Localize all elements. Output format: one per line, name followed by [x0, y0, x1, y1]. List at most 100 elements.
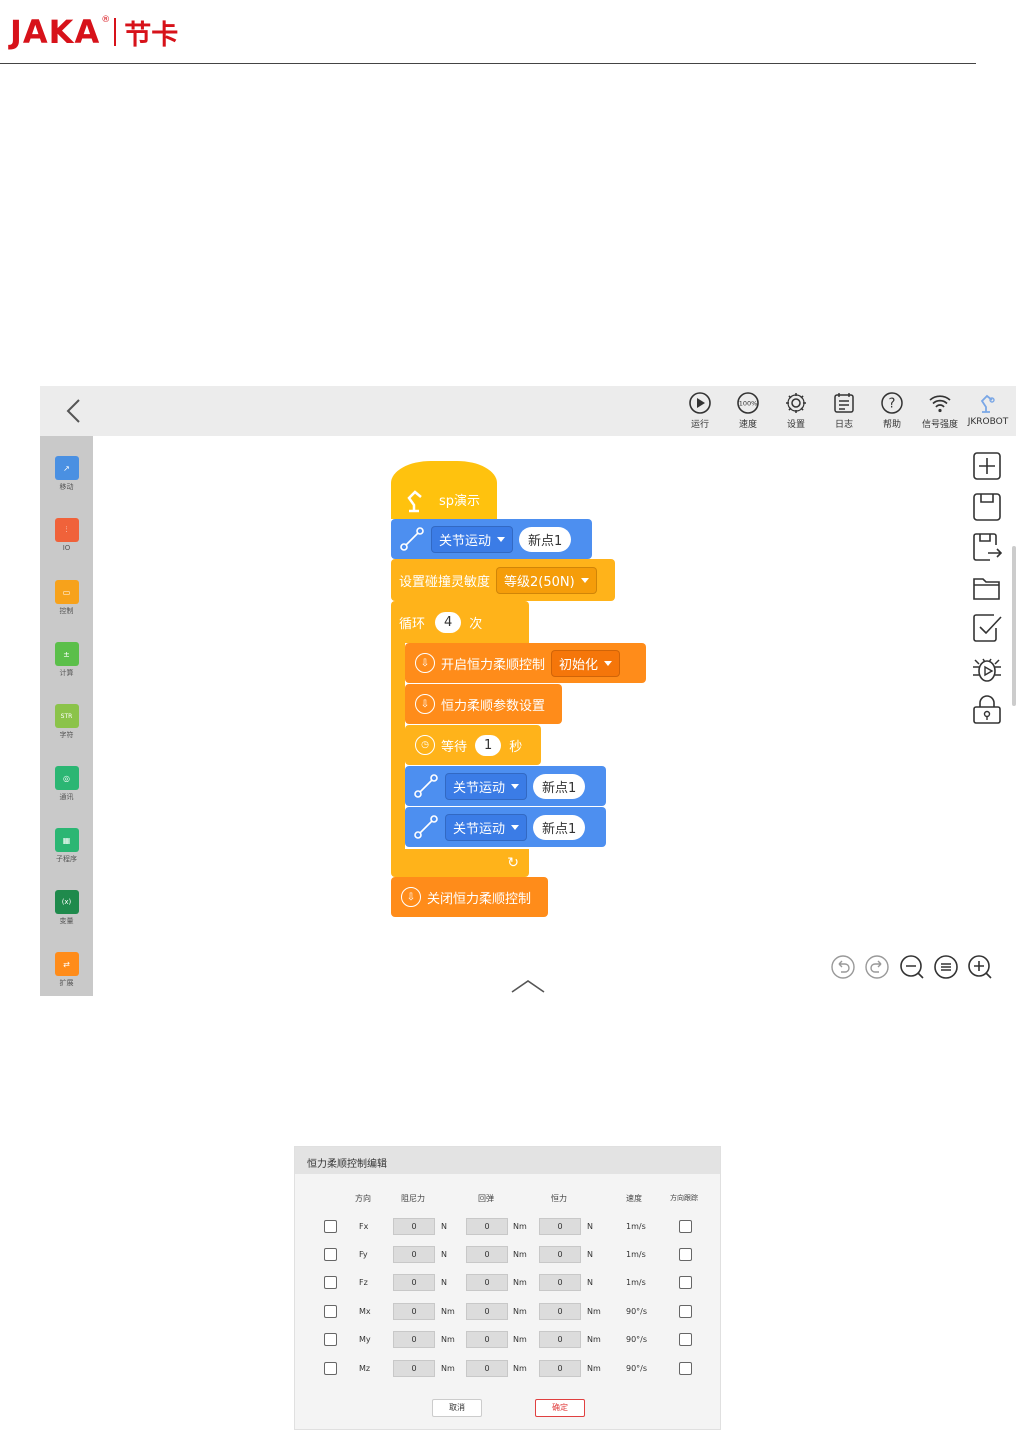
logo-divider — [114, 18, 117, 46]
sidebar-item-io[interactable]: ⫶ IO — [40, 518, 93, 552]
row-enable-checkbox[interactable] — [324, 1305, 337, 1318]
damping-input[interactable]: 0 — [393, 1246, 435, 1263]
spring-input[interactable]: 0 — [466, 1360, 508, 1377]
row-direction: Fz — [359, 1278, 368, 1287]
force-control-edit-dialog: 恒力柔顺控制编辑 方向 阻尼力 回弹 恒力 速度 方向跟踪 Fx 0 N 0 Nm 0 N 1… — [294, 1146, 721, 1430]
check-icon[interactable] — [972, 613, 1002, 643]
chevron-up-icon[interactable] — [510, 978, 546, 994]
damping-input[interactable]: 0 — [393, 1331, 435, 1348]
spring-input[interactable]: 0 — [466, 1246, 508, 1263]
direction-tracking-checkbox[interactable] — [679, 1333, 692, 1346]
debug-bug-icon[interactable] — [972, 654, 1002, 684]
force-mode-dropdown[interactable]: 初始化 — [551, 649, 621, 677]
sidebar-item-subprogram[interactable]: ▦ 子程序 — [40, 828, 93, 864]
motion-type-dropdown[interactable]: 关节运动 — [445, 813, 528, 841]
damping-input[interactable]: 0 — [393, 1360, 435, 1377]
point-field[interactable]: 新点1 — [533, 773, 586, 799]
add-icon[interactable] — [972, 451, 1002, 481]
jaka-logo: JAKA ® 节卡 — [10, 12, 178, 52]
force-input[interactable]: 0 — [539, 1303, 581, 1320]
row-enable-checkbox[interactable] — [324, 1248, 337, 1261]
speed-badge: 100% — [739, 400, 758, 408]
folder-open-icon[interactable] — [972, 573, 1002, 603]
toolbar-help[interactable]: ? 帮助 — [868, 391, 916, 430]
redo-icon[interactable] — [864, 954, 890, 980]
sidebar-item-calc[interactable]: ± 计算 — [40, 642, 93, 678]
force-input[interactable]: 0 — [539, 1331, 581, 1348]
force-input[interactable]: 0 — [539, 1274, 581, 1291]
point-field[interactable]: 新点1 — [519, 526, 572, 552]
speed-value: 90°/s — [626, 1307, 648, 1316]
loop-block[interactable]: 循环 4 次 — [391, 601, 529, 643]
force-input[interactable]: 0 — [539, 1360, 581, 1377]
subprogram-icon: ▦ — [54, 828, 79, 852]
logo-chinese: 节卡 — [124, 19, 179, 51]
wait-label: 等待 — [441, 739, 468, 755]
row-enable-checkbox[interactable] — [324, 1276, 337, 1289]
damping-input[interactable]: 0 — [393, 1303, 435, 1320]
cancel-button[interactable]: 取消 — [432, 1399, 482, 1417]
collision-label: 设置碰撞灵敏度 — [399, 574, 491, 590]
undo-icon[interactable] — [830, 954, 856, 980]
wait-block[interactable]: ◷ 等待 1 秒 — [405, 725, 541, 765]
zoom-out-icon[interactable] — [899, 954, 925, 980]
sidebar-label: 字符 — [59, 731, 74, 739]
loop-count-field[interactable]: 4 — [435, 611, 462, 633]
back-arrow-icon[interactable] — [60, 396, 90, 426]
direction-tracking-checkbox[interactable] — [679, 1276, 692, 1289]
damping-unit: N — [441, 1278, 447, 1287]
row-enable-checkbox[interactable] — [324, 1220, 337, 1233]
sidebar-item-control[interactable]: ▭ 控制 — [40, 580, 93, 616]
toolbar-settings[interactable]: 设置 — [772, 391, 820, 430]
save-icon[interactable] — [972, 492, 1002, 522]
joint-move-block[interactable]: 关节运动 新点1 — [391, 519, 592, 559]
force-control-on-block[interactable]: ⇩ 开启恒力柔顺控制 初始化 — [405, 643, 646, 683]
sidebar-item-string[interactable]: STR 字符 — [40, 704, 93, 740]
force-unit: N — [587, 1278, 593, 1287]
spring-input[interactable]: 0 — [466, 1331, 508, 1348]
motion-type-dropdown[interactable]: 关节运动 — [445, 772, 528, 800]
force-params-block[interactable]: ⇩ 恒力柔顺参数设置 — [405, 684, 562, 724]
direction-tracking-checkbox[interactable] — [679, 1305, 692, 1318]
direction-tracking-checkbox[interactable] — [679, 1248, 692, 1261]
force-control-off-block[interactable]: ⇩ 关闭恒力柔顺控制 — [391, 877, 548, 917]
force-input[interactable]: 0 — [539, 1218, 581, 1235]
program-hat-block[interactable]: sp演示 — [391, 461, 497, 519]
row-enable-checkbox[interactable] — [324, 1333, 337, 1346]
force-control-icon: ⇩ — [415, 694, 435, 714]
toolbar-robot[interactable]: JKROBOT — [962, 391, 1014, 427]
wait-seconds-field[interactable]: 1 — [475, 734, 502, 756]
force-input[interactable]: 0 — [539, 1246, 581, 1263]
zoom-in-icon[interactable] — [967, 954, 993, 980]
row-enable-checkbox[interactable] — [324, 1362, 337, 1375]
col-header-force: 恒力 — [551, 1194, 567, 1203]
point-field[interactable]: 新点1 — [533, 814, 586, 840]
sidebar-item-extend[interactable]: ⇄ 扩展 — [40, 952, 93, 988]
joint-move-block[interactable]: 关节运动 新点1 — [405, 766, 606, 806]
toolbar-run[interactable]: 运行 — [676, 391, 724, 430]
direction-tracking-checkbox[interactable] — [679, 1220, 692, 1233]
toolbar-signal[interactable]: 信号强度 — [914, 391, 966, 430]
motion-type-dropdown[interactable]: 关节运动 — [431, 525, 514, 553]
sidebar-item-variable[interactable]: (x) 变量 — [40, 890, 93, 926]
toolbar-log[interactable]: 日志 — [820, 391, 868, 430]
sidebar-item-comm[interactable]: ◎ 通讯 — [40, 766, 93, 802]
spring-input[interactable]: 0 — [466, 1218, 508, 1235]
spring-input[interactable]: 0 — [466, 1303, 508, 1320]
toolbar-speed[interactable]: 100% 速度 — [724, 391, 772, 430]
collision-level-dropdown[interactable]: 等级2(50N) — [496, 566, 597, 594]
damping-input[interactable]: 0 — [393, 1218, 435, 1235]
variable-icon: (x) — [54, 890, 79, 914]
zoom-reset-icon[interactable] — [933, 954, 959, 980]
confirm-button[interactable]: 确定 — [535, 1399, 585, 1417]
motion-path-icon — [414, 774, 438, 798]
vertical-scrollbar[interactable] — [1012, 546, 1016, 706]
joint-move-block[interactable]: 关节运动 新点1 — [405, 807, 606, 847]
lock-icon[interactable] — [972, 695, 1002, 725]
sidebar-item-move[interactable]: ↗ 移动 — [40, 456, 93, 492]
direction-tracking-checkbox[interactable] — [679, 1362, 692, 1375]
save-as-icon[interactable] — [972, 532, 1002, 562]
spring-input[interactable]: 0 — [466, 1274, 508, 1291]
collision-sensitivity-block[interactable]: 设置碰撞灵敏度 等级2(50N) — [391, 559, 615, 601]
damping-input[interactable]: 0 — [393, 1274, 435, 1291]
